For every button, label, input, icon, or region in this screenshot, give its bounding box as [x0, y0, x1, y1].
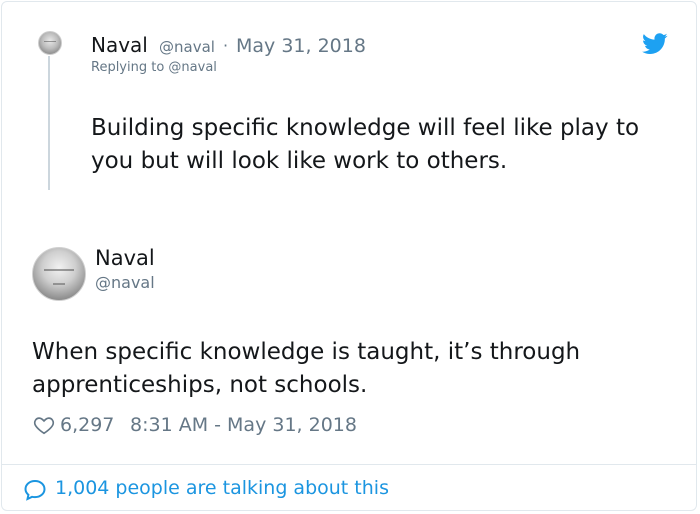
avatar-face-detail — [52, 283, 66, 285]
replying-to-label: Replying to @naval — [91, 60, 217, 75]
reply-author-name[interactable]: Naval — [91, 33, 148, 57]
tweet-timestamp[interactable]: 8:31 AM - May 31, 2018 — [130, 414, 357, 436]
heart-icon[interactable] — [33, 414, 55, 436]
main-tweet-text: When specific knowledge is taught, it’s … — [32, 339, 581, 398]
avatar-face-detail — [44, 268, 74, 271]
footer-divider — [1, 464, 697, 465]
conversation-link[interactable]: 1,004 people are talking about this — [55, 477, 389, 499]
avatar-face-detail — [43, 40, 57, 42]
main-avatar[interactable] — [32, 247, 86, 301]
reply-separator: · — [223, 36, 229, 55]
main-author-handle[interactable]: @naval — [95, 273, 155, 292]
twitter-bird-icon[interactable] — [642, 33, 668, 55]
speech-bubble-icon[interactable] — [23, 478, 47, 502]
reply-author-handle[interactable]: @naval — [159, 38, 215, 56]
reply-date[interactable]: May 31, 2018 — [236, 35, 366, 57]
main-author-name[interactable]: Naval — [95, 246, 155, 270]
reply-tweet-text: Building specific knowledge will feel li… — [91, 115, 640, 174]
thread-connector — [48, 56, 50, 190]
like-count[interactable]: 6,297 — [60, 414, 114, 436]
reply-avatar[interactable] — [38, 31, 62, 55]
